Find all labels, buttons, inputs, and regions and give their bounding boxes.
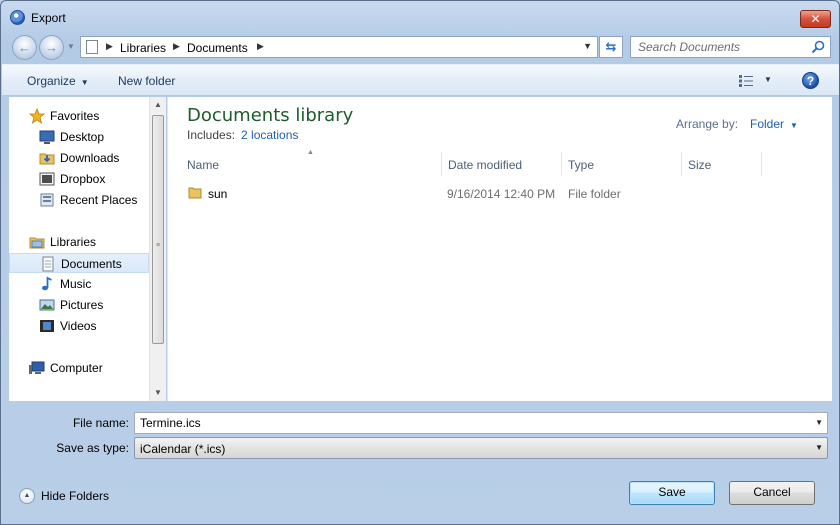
arrange-by-label: Arrange by:	[676, 117, 739, 131]
address-bar[interactable]: ▶ Libraries ▶ Documents ▶ ▼	[80, 36, 598, 58]
back-button[interactable]: ←	[12, 35, 37, 60]
nav-item-label: Pictures	[60, 298, 104, 312]
save-button[interactable]: Save	[629, 481, 715, 505]
nav-item-label: Music	[60, 277, 92, 291]
change-view-icon[interactable]	[739, 75, 753, 87]
nav-item-videos[interactable]: Videos	[9, 316, 149, 336]
nav-computer-label: Computer	[50, 361, 103, 375]
forward-button[interactable]: →	[39, 35, 64, 60]
search-input[interactable]	[631, 37, 806, 57]
navigation-pane: Favorites Desktop Downloads Dropbox Rece…	[9, 97, 166, 401]
breadcrumb-documents[interactable]: Documents	[187, 41, 248, 55]
table-row[interactable]: sun 9/16/2014 12:40 PM File folder	[180, 182, 790, 204]
music-icon	[42, 276, 52, 291]
libraries-icon	[29, 237, 45, 249]
save-as-type-label: Save as type:	[56, 441, 129, 455]
collapse-up-icon: ▲	[19, 488, 35, 504]
nav-scrollbar[interactable]: ▲ ≡ ▼	[149, 97, 166, 401]
scroll-up-icon[interactable]: ▲	[150, 97, 166, 113]
nav-item-dropbox[interactable]: Dropbox	[9, 169, 149, 189]
nav-item-label: Desktop	[60, 130, 105, 144]
close-button[interactable]: ✕	[800, 10, 831, 28]
file-list-pane: Documents library Includes: 2 locations A…	[167, 97, 832, 401]
recent-pages-dropdown-icon[interactable]: ▼	[67, 42, 75, 51]
folder-icon	[188, 187, 202, 199]
library-includes: Includes: 2 locations	[187, 128, 298, 142]
dropbox-icon	[39, 172, 55, 186]
file-name-label: File name:	[72, 416, 129, 430]
new-folder-button[interactable]: New folder	[118, 74, 175, 88]
breadcrumb-separator-icon[interactable]: ▶	[173, 41, 180, 52]
videos-icon	[40, 320, 54, 332]
thunderbird-icon	[10, 10, 25, 25]
title-bar: Export ✕	[1, 1, 839, 33]
arrange-by-value: Folder	[750, 117, 785, 131]
library-title: Documents library	[187, 105, 354, 126]
address-dropdown-icon[interactable]: ▼	[583, 41, 592, 51]
command-bar: Organize ▼ New folder ▼ ?	[2, 64, 839, 96]
cancel-button[interactable]: Cancel	[729, 481, 815, 505]
breadcrumb-separator-icon[interactable]: ▶	[106, 41, 113, 52]
breadcrumb-separator-icon[interactable]: ▶	[257, 41, 264, 52]
nav-item-pictures[interactable]: Pictures	[9, 295, 149, 315]
nav-favorites-label: Favorites	[50, 109, 100, 123]
save-as-type-select[interactable]: iCalendar (*.ics) ▼	[134, 437, 828, 459]
nav-item-recent-places[interactable]: Recent Places	[9, 190, 149, 210]
pictures-icon	[39, 299, 55, 311]
nav-item-label: Videos	[60, 319, 97, 333]
nav-item-label: Documents	[61, 257, 122, 271]
help-button[interactable]: ?	[802, 72, 819, 89]
save-as-type-value: iCalendar (*.ics)	[140, 442, 226, 456]
refresh-button[interactable]: ⇆	[599, 36, 623, 58]
search-icon[interactable]	[811, 40, 825, 54]
search-box[interactable]	[630, 36, 831, 58]
documents-icon	[42, 256, 54, 272]
nav-libraries-label: Libraries	[50, 235, 97, 249]
breadcrumb-libraries[interactable]: Libraries	[120, 41, 166, 55]
nav-item-documents[interactable]: Documents	[9, 253, 149, 273]
grip-icon: ≡	[156, 242, 161, 249]
column-header-size[interactable]: Size	[682, 152, 762, 176]
nav-item-label: Downloads	[60, 151, 120, 165]
address-row: ← → ▼ ▶ Libraries ▶ Documents ▶ ▼ ⇆	[1, 33, 839, 61]
scrollbar-thumb[interactable]: ≡	[152, 115, 164, 344]
file-name-combo[interactable]: ▼	[134, 412, 828, 434]
file-date-modified: 9/16/2014 12:40 PM	[447, 187, 556, 201]
documents-folder-icon	[86, 40, 98, 54]
nav-item-music[interactable]: Music	[9, 274, 149, 294]
chevron-down-icon: ▼	[815, 443, 823, 452]
arrange-by-dropdown[interactable]: Folder ▼	[750, 117, 798, 131]
nav-item-label: Recent Places	[60, 193, 138, 207]
organize-button[interactable]: Organize ▼	[27, 74, 89, 88]
nav-item-downloads[interactable]: Downloads	[9, 148, 149, 168]
export-dialog: Export ✕ ← → ▼ ▶ Libraries ▶ Documents ▶…	[0, 0, 840, 525]
column-header-name[interactable]: Name	[181, 152, 442, 176]
file-name: sun	[208, 187, 228, 201]
column-header-date-modified[interactable]: Date modified	[442, 152, 562, 176]
chevron-down-icon[interactable]: ▼	[815, 418, 823, 427]
scroll-down-icon[interactable]: ▼	[150, 385, 166, 401]
view-options-dropdown-icon[interactable]: ▼	[764, 75, 772, 84]
column-header-type[interactable]: Type	[562, 152, 682, 176]
nav-favorites[interactable]: Favorites	[21, 106, 161, 126]
locations-link[interactable]: 2 locations	[241, 128, 298, 142]
desktop-icon	[39, 130, 55, 144]
hide-folders-label: Hide Folders	[41, 489, 110, 503]
nav-item-label: Dropbox	[60, 172, 106, 186]
nav-libraries[interactable]: Libraries	[21, 232, 161, 252]
includes-label: Includes:	[187, 128, 236, 142]
computer-icon	[29, 361, 45, 374]
window-title: Export	[31, 11, 66, 25]
chevron-down-icon: ▼	[80, 78, 89, 87]
star-icon	[29, 108, 45, 124]
file-name-input[interactable]	[135, 413, 807, 433]
recent-places-icon	[40, 193, 54, 207]
chevron-down-icon: ▼	[790, 121, 798, 130]
nav-computer[interactable]: Computer	[21, 358, 161, 378]
nav-item-desktop[interactable]: Desktop	[9, 127, 149, 147]
organize-label: Organize	[27, 74, 76, 88]
downloads-folder-icon	[39, 153, 55, 165]
file-type: File folder	[568, 187, 621, 201]
